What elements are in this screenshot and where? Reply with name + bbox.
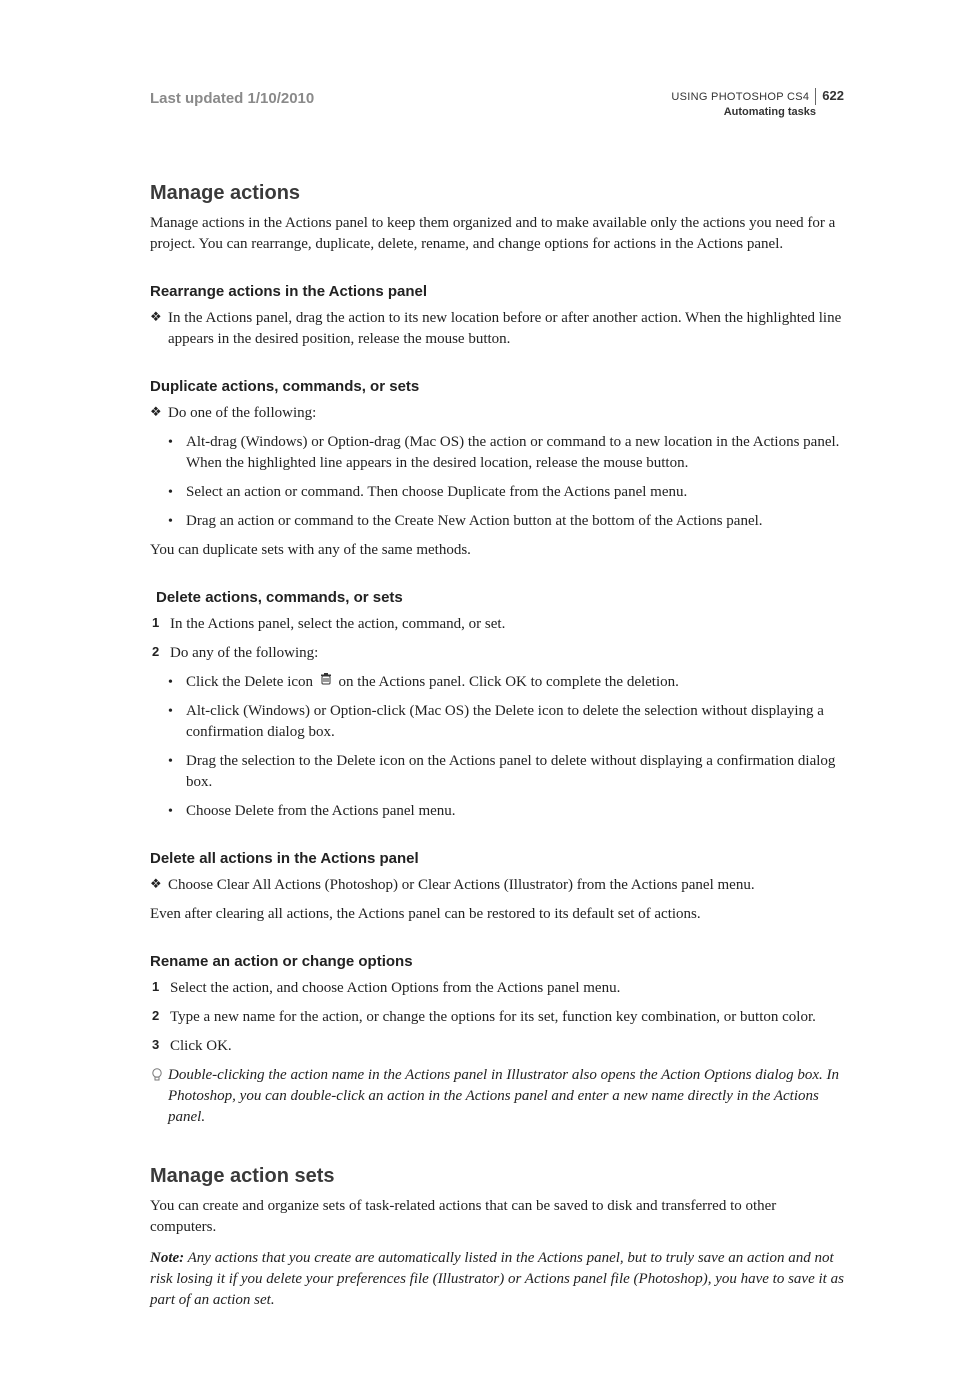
step-number: 3 <box>152 1036 170 1054</box>
subheading-delete-all: Delete all actions in the Actions panel <box>150 848 844 869</box>
bullet-icon: • <box>168 512 186 532</box>
list-item: • Choose Delete from the Actions panel m… <box>150 801 844 822</box>
section-heading: Manage actions <box>150 179 844 207</box>
step-item: ❖ In the Actions panel, drag the action … <box>150 308 844 350</box>
list-text: Click the Delete icon on the Actions pan… <box>186 672 844 693</box>
step-number: 2 <box>152 643 170 661</box>
note: Note: Any actions that you create are au… <box>150 1248 844 1311</box>
note-label: Note: <box>150 1250 184 1266</box>
text-fragment: on the Actions panel. Click OK to comple… <box>339 674 679 690</box>
list-item: • Alt-click (Windows) or Option-click (M… <box>150 701 844 743</box>
step-item: ❖ Do one of the following: <box>150 403 844 424</box>
header-right: USING PHOTOSHOP CS4 622 Automating tasks <box>671 88 844 119</box>
paragraph: You can duplicate sets with any of the s… <box>150 540 844 561</box>
list-text: Select an action or command. Then choose… <box>186 482 844 503</box>
bullet-icon: • <box>168 433 186 453</box>
step-item: 1 Select the action, and choose Action O… <box>150 978 844 999</box>
section-heading: Manage action sets <box>150 1162 844 1190</box>
step-item: 1 In the Actions panel, select the actio… <box>150 614 844 635</box>
step-number: 2 <box>152 1007 170 1025</box>
trash-icon <box>319 672 333 693</box>
section-intro: Manage actions in the Actions panel to k… <box>150 213 844 255</box>
bullet-icon: • <box>168 673 186 693</box>
list-item: • Select an action or command. Then choo… <box>150 482 844 503</box>
list-text: Drag the selection to the Delete icon on… <box>186 751 844 793</box>
section-intro: You can create and organize sets of task… <box>150 1196 844 1238</box>
lightbulb-icon <box>150 1065 168 1090</box>
paragraph: Even after clearing all actions, the Act… <box>150 904 844 925</box>
bullet-icon: • <box>168 483 186 503</box>
step-text: Do one of the following: <box>168 403 844 424</box>
list-text: Choose Delete from the Actions panel men… <box>186 801 844 822</box>
list-item: • Drag an action or command to the Creat… <box>150 511 844 532</box>
list-text: Drag an action or command to the Create … <box>186 511 844 532</box>
doc-title: USING PHOTOSHOP CS4 <box>671 91 809 103</box>
text-fragment: Click the Delete icon <box>186 674 317 690</box>
list-text: Alt-drag (Windows) or Option-drag (Mac O… <box>186 432 844 474</box>
diamond-icon: ❖ <box>150 308 168 326</box>
step-number: 1 <box>152 614 170 632</box>
subheading-rename: Rename an action or change options <box>150 951 844 972</box>
step-item: 3 Click OK. <box>150 1036 844 1057</box>
step-text: Do any of the following: <box>170 643 844 664</box>
step-text: In the Actions panel, drag the action to… <box>168 308 844 350</box>
tip: Double-clicking the action name in the A… <box>150 1065 844 1128</box>
diamond-icon: ❖ <box>150 403 168 421</box>
bullet-icon: • <box>168 802 186 822</box>
bullet-icon: • <box>168 752 186 772</box>
step-number: 1 <box>152 978 170 996</box>
step-text: In the Actions panel, select the action,… <box>170 614 844 635</box>
diamond-icon: ❖ <box>150 875 168 893</box>
subheading-rearrange: Rearrange actions in the Actions panel <box>150 281 844 302</box>
page-number: 622 <box>815 88 844 105</box>
list-item: • Alt-drag (Windows) or Option-drag (Mac… <box>150 432 844 474</box>
tip-text: Double-clicking the action name in the A… <box>168 1065 844 1128</box>
list-text: Alt-click (Windows) or Option-click (Mac… <box>186 701 844 743</box>
last-updated: Last updated 1/10/2010 <box>150 88 314 109</box>
step-item: ❖ Choose Clear All Actions (Photoshop) o… <box>150 875 844 896</box>
step-text: Choose Clear All Actions (Photoshop) or … <box>168 875 844 896</box>
note-text: Any actions that you create are automati… <box>150 1250 844 1308</box>
step-text: Select the action, and choose Action Opt… <box>170 978 844 999</box>
subheading-duplicate: Duplicate actions, commands, or sets <box>150 376 844 397</box>
list-item: • Drag the selection to the Delete icon … <box>150 751 844 793</box>
subheading-delete: Delete actions, commands, or sets <box>150 587 844 608</box>
page-header: Last updated 1/10/2010 USING PHOTOSHOP C… <box>150 88 844 119</box>
step-text: Click OK. <box>170 1036 844 1057</box>
chapter-title: Automating tasks <box>671 105 844 119</box>
step-text: Type a new name for the action, or chang… <box>170 1007 844 1028</box>
step-item: 2 Do any of the following: <box>150 643 844 664</box>
step-item: 2 Type a new name for the action, or cha… <box>150 1007 844 1028</box>
bullet-icon: • <box>168 702 186 722</box>
list-item: • Click the Delete icon on the Actions p… <box>150 672 844 693</box>
